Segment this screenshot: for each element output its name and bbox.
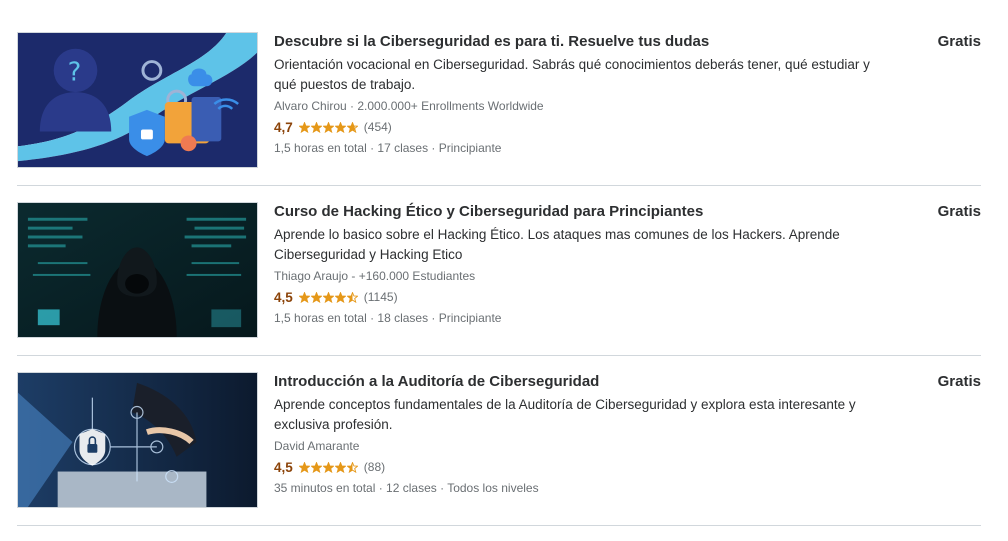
- rating-count: (454): [363, 120, 392, 134]
- course-price: Gratis: [937, 203, 981, 220]
- course-rating: 4,7 (454): [274, 118, 392, 136]
- star-icon: [322, 121, 334, 133]
- rating-stars: [298, 461, 358, 473]
- course-card[interactable]: Introducción a la Auditoría de Cibersegu…: [17, 372, 981, 508]
- course-instructor: David Amarante: [274, 439, 360, 453]
- rating-count: (88): [363, 460, 386, 474]
- course-rating: 4,5 (1145): [274, 288, 398, 306]
- course-rating: 4,5 (88): [274, 458, 385, 476]
- padlock-laptop-photo-icon: [18, 373, 257, 507]
- svg-text:?: ?: [68, 57, 82, 87]
- star-icon: [346, 121, 358, 133]
- rating-stars: [298, 291, 358, 303]
- course-instructor: Thiago Araujo - +160.000 Estudiantes: [274, 269, 476, 283]
- course-instructor: Alvaro Chirou · 2.000.000+ Enrollments W…: [274, 99, 544, 113]
- star-icon: [310, 291, 322, 303]
- person-security-illustration-icon: ?: [18, 33, 257, 167]
- rating-value: 4,5: [274, 289, 293, 305]
- course-thumbnail[interactable]: [17, 372, 258, 508]
- rating-count: (1145): [363, 290, 398, 304]
- course-description: Orientación vocacional en Ciberseguridad…: [274, 57, 870, 92]
- course-title[interactable]: Introducción a la Auditoría de Cibersegu…: [274, 373, 599, 390]
- star-icon: [310, 121, 322, 133]
- course-description: Aprende lo basico sobre el Hacking Ético…: [274, 227, 840, 262]
- star-icon: [334, 461, 346, 473]
- course-meta: 35 minutos en total · 12 clases · Todos …: [274, 481, 539, 495]
- star-icon: [334, 121, 346, 133]
- rating-value: 4,5: [274, 459, 293, 475]
- divider: [17, 185, 981, 186]
- star-icon: [310, 461, 322, 473]
- star-icon: [298, 461, 310, 473]
- star-icon: [346, 291, 358, 303]
- course-title[interactable]: Curso de Hacking Ético y Ciberseguridad …: [274, 203, 703, 220]
- rating-stars: [298, 121, 358, 133]
- course-price: Gratis: [937, 373, 981, 390]
- star-icon: [346, 461, 358, 473]
- star-icon: [298, 121, 310, 133]
- hooded-hacker-photo-icon: [18, 203, 257, 337]
- star-icon: [322, 461, 334, 473]
- course-price: Gratis: [937, 33, 981, 50]
- course-title[interactable]: Descubre si la Ciberseguridad es para ti…: [274, 33, 709, 50]
- rating-value: 4,7: [274, 119, 293, 135]
- star-icon: [298, 291, 310, 303]
- course-meta: 1,5 horas en total · 18 clases · Princip…: [274, 311, 502, 325]
- course-meta: 1,5 horas en total · 17 clases · Princip…: [274, 141, 502, 155]
- divider: [17, 525, 981, 526]
- course-description: Aprende conceptos fundamentales de la Au…: [274, 397, 856, 432]
- course-card[interactable]: Curso de Hacking Ético y Ciberseguridad …: [17, 202, 981, 338]
- divider: [17, 355, 981, 356]
- star-icon: [334, 291, 346, 303]
- star-icon: [322, 291, 334, 303]
- course-card[interactable]: ? Descubre si la Ciberseguridad es para …: [17, 32, 981, 168]
- course-thumbnail[interactable]: ?: [17, 32, 258, 168]
- course-thumbnail[interactable]: [17, 202, 258, 338]
